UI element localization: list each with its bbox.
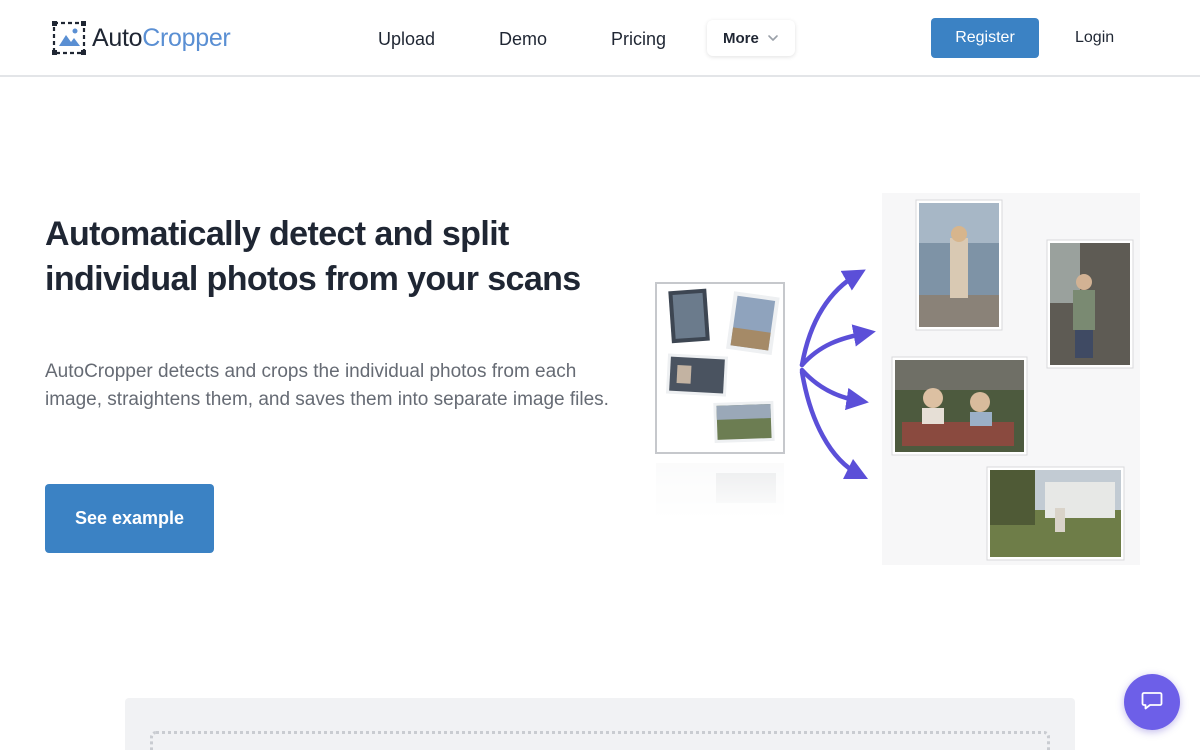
result-photo-1 <box>915 199 1003 331</box>
hero-illustration <box>650 190 1145 570</box>
hero-description: AutoCropper detects and crops the indivi… <box>45 361 609 410</box>
register-button[interactable]: Register <box>931 18 1039 58</box>
crop-mountain-icon <box>52 21 86 55</box>
scanned-page-reflection <box>656 463 784 518</box>
result-photo-2 <box>1046 239 1134 369</box>
site-header: AutoCropper Upload Demo Pricing More Reg… <box>0 0 1200 77</box>
brand-name: AutoCropper <box>92 20 231 56</box>
brand-name-part2: Cropper <box>142 24 231 52</box>
brand-name-part1: Auto <box>92 24 143 52</box>
chevron-down-icon <box>766 31 780 45</box>
result-photo-4 <box>986 466 1125 561</box>
split-arrows <box>799 269 876 480</box>
nav-more-label: More <box>723 29 759 47</box>
see-example-button[interactable]: See example <box>45 484 214 553</box>
upload-dropzone[interactable] <box>150 731 1050 750</box>
brand-logo[interactable]: AutoCropper <box>52 20 231 56</box>
login-link[interactable]: Login <box>1075 28 1114 48</box>
chat-bubble-icon <box>1140 688 1164 717</box>
nav-upload[interactable]: Upload <box>378 26 435 52</box>
chat-widget-button[interactable] <box>1124 674 1180 730</box>
nav-demo[interactable]: Demo <box>499 26 547 52</box>
upload-dropzone-panel <box>125 698 1075 750</box>
result-photos <box>882 193 1140 565</box>
nav-pricing[interactable]: Pricing <box>611 26 666 52</box>
result-photo-3 <box>891 356 1028 456</box>
hero-title: Automatically detect and split individua… <box>45 215 581 298</box>
nav-more-dropdown[interactable]: More <box>707 20 795 56</box>
scanned-page <box>655 282 785 454</box>
